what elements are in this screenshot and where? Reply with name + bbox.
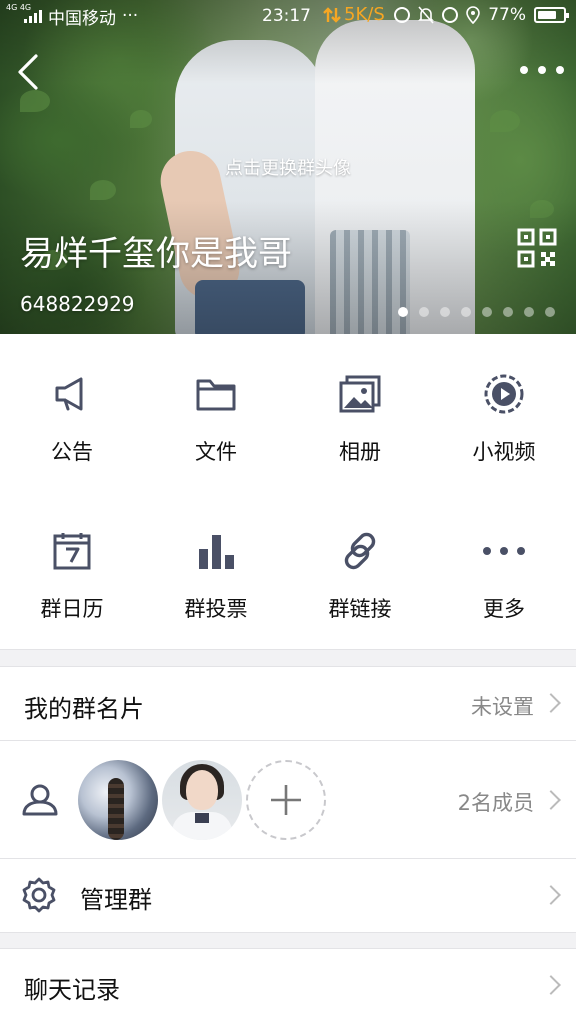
- page-dot: [545, 307, 555, 317]
- network-speed-value: 5K/S: [344, 4, 385, 25]
- plus-icon: [271, 785, 301, 815]
- more-dots-icon: [520, 66, 528, 74]
- feature-label: 小视频: [472, 440, 536, 464]
- network-speed: 5K/S: [322, 4, 385, 25]
- folder-icon: [194, 372, 238, 416]
- calendar-icon: [50, 529, 94, 573]
- group-name: 易烊千玺你是我哥: [20, 234, 292, 274]
- video-play-icon: [482, 372, 526, 416]
- feature-more[interactable]: 更多: [432, 491, 576, 648]
- my-group-card-row[interactable]: 我的群名片 未设置: [0, 667, 576, 740]
- members-icon: [22, 784, 58, 816]
- chat-history-title: 聊天记录: [24, 976, 120, 1004]
- clock: 23:17: [262, 6, 311, 26]
- manage-group-title: 管理群: [80, 886, 152, 914]
- feature-short-video[interactable]: 小视频: [432, 334, 576, 491]
- feature-grid: 公告 文件 相册 小视频 群日历 群投票 群链接 更多: [0, 334, 576, 649]
- feature-label: 群投票: [184, 597, 248, 621]
- chevron-right-icon: [541, 693, 561, 713]
- feature-files[interactable]: 文件: [144, 334, 288, 491]
- network-type: 4G 4G: [6, 3, 32, 12]
- carrier-more: ···: [122, 6, 139, 26]
- feature-album[interactable]: 相册: [288, 334, 432, 491]
- change-avatar-hint[interactable]: 点击更换群头像: [0, 154, 576, 180]
- members-row[interactable]: 2名成员: [0, 741, 576, 858]
- feature-label: 相册: [339, 440, 381, 464]
- back-button[interactable]: [8, 52, 48, 92]
- feature-label: 文件: [195, 440, 237, 464]
- location-icon: [466, 6, 481, 24]
- more-dots-icon: [482, 529, 526, 573]
- mute-bell-icon: [418, 6, 435, 24]
- feature-vote[interactable]: 群投票: [144, 491, 288, 648]
- message-icon: [394, 7, 411, 23]
- feature-label: 更多: [483, 597, 525, 621]
- chevron-right-icon: [541, 790, 561, 810]
- page-dot: [419, 307, 429, 317]
- transfer-arrows-icon: [323, 6, 341, 23]
- my-group-card-title: 我的群名片: [24, 695, 144, 723]
- feature-label: 公告: [51, 440, 93, 464]
- member-count: 2名成员: [457, 791, 534, 815]
- chevron-right-icon: [541, 975, 561, 995]
- more-options-button[interactable]: [520, 56, 564, 84]
- megaphone-icon: [50, 372, 94, 416]
- feature-label: 群日历: [40, 597, 104, 621]
- my-group-card-value: 未设置: [471, 695, 534, 719]
- page-dot: [482, 307, 492, 317]
- member-avatar[interactable]: [162, 760, 242, 840]
- status-bar: 4G 4G 中国移动 ··· 23:17 5K/S 77%: [0, 0, 576, 32]
- gear-icon: [22, 877, 56, 913]
- page-dot: [461, 307, 471, 317]
- carrier-name: 中国移动: [48, 8, 116, 29]
- battery-icon: [534, 7, 569, 23]
- cover-page-indicator: [398, 307, 555, 317]
- chevron-left-icon: [18, 54, 38, 90]
- bar-chart-icon: [194, 529, 238, 573]
- alarm-icon: [442, 7, 459, 23]
- chevron-right-icon: [541, 885, 561, 905]
- battery-percent: 77%: [488, 5, 526, 25]
- manage-group-row[interactable]: 管理群: [0, 859, 576, 932]
- page-dot: [398, 307, 408, 317]
- group-id: 648822929: [20, 292, 135, 316]
- chat-history-row[interactable]: 聊天记录: [0, 949, 576, 1024]
- add-member-button[interactable]: [246, 760, 326, 840]
- member-avatar[interactable]: [78, 760, 158, 840]
- feature-announcement[interactable]: 公告: [0, 334, 144, 491]
- page-dot: [503, 307, 513, 317]
- feature-label: 群链接: [328, 597, 392, 621]
- qr-code-button[interactable]: [517, 228, 557, 268]
- photo-album-icon: [338, 372, 382, 416]
- feature-group-link[interactable]: 群链接: [288, 491, 432, 648]
- link-icon: [338, 529, 382, 573]
- page-dot: [440, 307, 450, 317]
- qr-code-icon: [517, 228, 557, 268]
- feature-calendar[interactable]: 群日历: [0, 491, 144, 648]
- page-dot: [524, 307, 534, 317]
